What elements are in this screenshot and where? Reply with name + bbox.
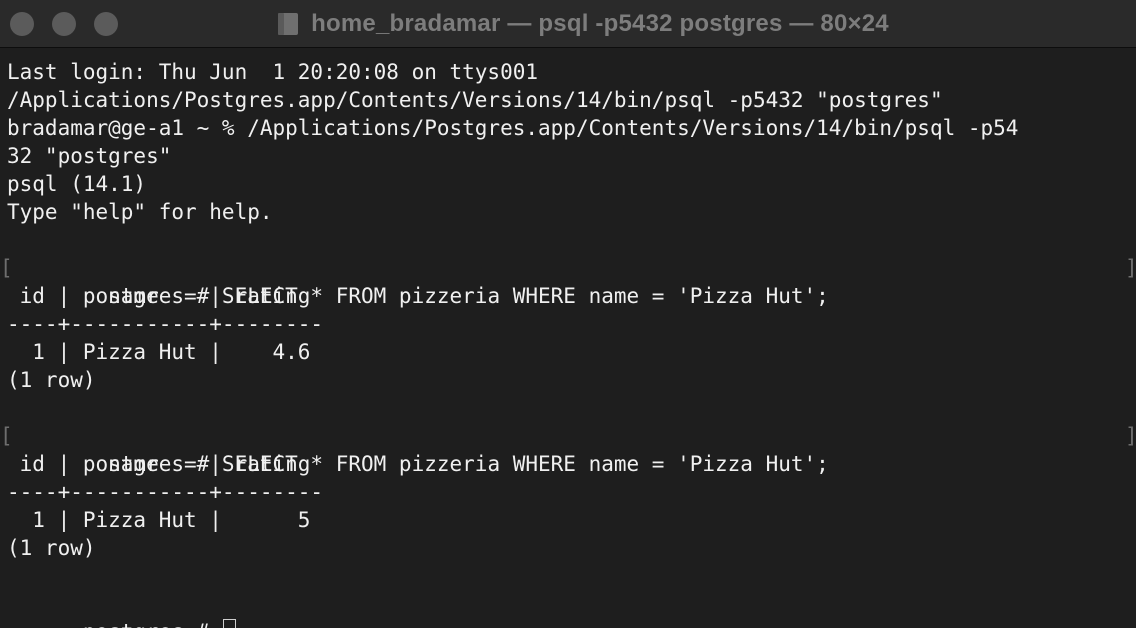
table-header-row: id | name | rating xyxy=(7,452,311,476)
row-count: (1 row) xyxy=(7,368,96,392)
folder-icon xyxy=(278,12,299,35)
table-row: 1 | Pizza Hut | 5 xyxy=(7,508,311,532)
prompt-line[interactable]: postgres=# xyxy=(7,590,1136,628)
command-line: [postgres=# SELECT * FROM pizzeria WHERE… xyxy=(0,254,1136,308)
row-count: (1 row) xyxy=(7,536,96,560)
table-separator: ----+-----------+-------- xyxy=(7,312,324,336)
command-mark-right: ] xyxy=(1125,254,1136,282)
terminal-line: bradamar@ge-a1 ~ % /Applications/Postgre… xyxy=(7,116,1019,140)
command-mark-right: ] xyxy=(1125,422,1136,450)
terminal-window: home_bradamar — psql -p5432 postgres — 8… xyxy=(0,0,1136,628)
terminal-line: 32 "postgres" xyxy=(7,144,172,168)
window-title-group: home_bradamar — psql -p5432 postgres — 8… xyxy=(0,0,1136,47)
table-header-row: id | name | rating xyxy=(7,284,311,308)
terminal-line: psql (14.1) xyxy=(7,172,147,196)
terminal-line: /Applications/Postgres.app/Contents/Vers… xyxy=(7,88,943,112)
table-row: 1 | Pizza Hut | 4.6 xyxy=(7,340,311,364)
command-mark-left: [ xyxy=(0,424,13,448)
title-bar[interactable]: home_bradamar — psql -p5432 postgres — 8… xyxy=(0,0,1136,48)
command-line: [postgres=# SELECT * FROM pizzeria WHERE… xyxy=(0,422,1136,476)
terminal-line: Last login: Thu Jun 1 20:20:08 on ttys00… xyxy=(7,60,539,84)
terminal-line: Type "help" for help. xyxy=(7,200,273,224)
window-title: home_bradamar — psql -p5432 postgres — 8… xyxy=(311,9,889,37)
command-mark-left: [ xyxy=(0,256,13,280)
terminal-output[interactable]: Last login: Thu Jun 1 20:20:08 on ttys00… xyxy=(0,48,1136,628)
prompt-text: postgres=# xyxy=(83,620,222,628)
table-separator: ----+-----------+-------- xyxy=(7,480,324,504)
text-cursor[interactable] xyxy=(222,619,236,628)
